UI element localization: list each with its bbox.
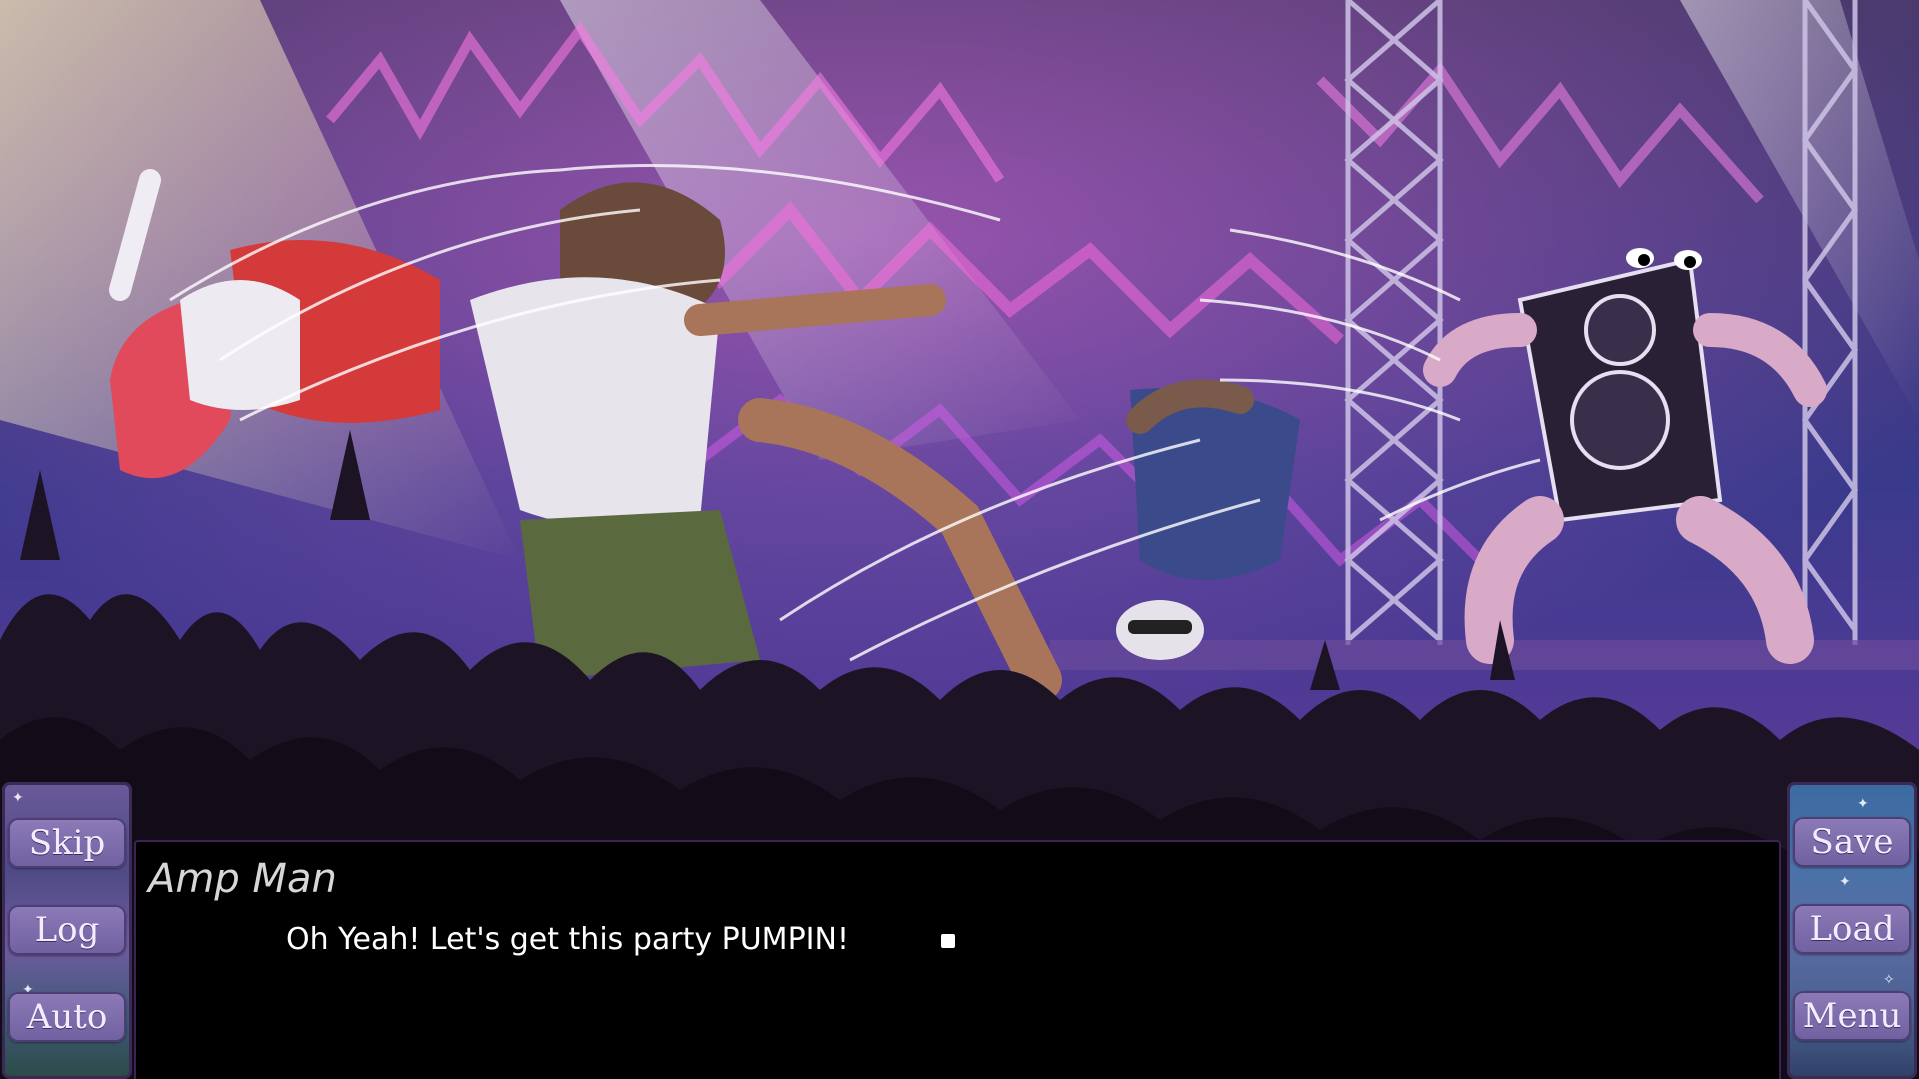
speaker-name: Amp Man bbox=[148, 856, 337, 902]
log-button[interactable]: Log bbox=[8, 905, 126, 955]
left-quick-menu: ✦ ✧ ✦ Skip Log Auto bbox=[2, 782, 132, 1079]
continue-indicator-icon bbox=[941, 934, 955, 948]
load-button[interactable]: Load bbox=[1793, 904, 1911, 954]
game-screen: ✦ ✧ ✦ Skip Log Auto ✦ ✦ ✧ Save Load Menu… bbox=[0, 0, 1919, 1079]
skip-button[interactable]: Skip bbox=[8, 818, 126, 868]
sparkle-icon: ✦ bbox=[1857, 796, 1869, 812]
sparkle-icon: ✧ bbox=[1883, 972, 1895, 988]
menu-button[interactable]: Menu bbox=[1793, 991, 1911, 1041]
dialogue-box[interactable]: Amp Man Oh Yeah! Let's get this party PU… bbox=[134, 840, 1781, 1079]
sparkle-icon: ✦ bbox=[12, 790, 24, 806]
sparkle-icon: ✦ bbox=[1839, 874, 1851, 890]
save-button[interactable]: Save bbox=[1793, 817, 1911, 867]
dialogue-text: Oh Yeah! Let's get this party PUMPIN! bbox=[286, 922, 849, 957]
auto-button[interactable]: Auto bbox=[8, 992, 126, 1042]
right-quick-menu: ✦ ✦ ✧ Save Load Menu bbox=[1787, 782, 1917, 1079]
